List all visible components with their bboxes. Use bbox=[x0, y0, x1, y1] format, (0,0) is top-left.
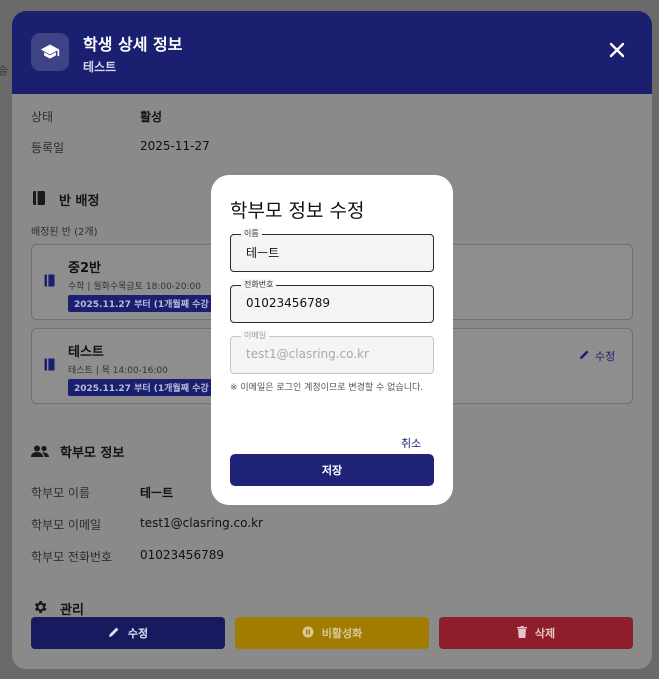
background-text-fragment: 슬 bbox=[0, 64, 9, 77]
parent-name-value: 테ㅡ트 bbox=[140, 486, 174, 500]
dialog-title: 학부모 정보 수정 bbox=[230, 200, 365, 222]
class-schedule: 테스트 | 목 14:00-16:00 bbox=[68, 366, 168, 376]
modal-title: 학생 상세 정보 bbox=[83, 35, 183, 54]
email-field-label: 이메일 bbox=[241, 330, 270, 342]
pencil-icon bbox=[579, 349, 590, 363]
status-value: 활성 bbox=[140, 110, 163, 124]
class-schedule: 수학 | 월화수목금토 18:00-20:00 bbox=[68, 282, 201, 292]
save-button[interactable]: 저장 bbox=[230, 454, 434, 486]
phone-field-label: 전화번호 bbox=[241, 279, 277, 291]
class-section-title: 반 배정 bbox=[59, 194, 100, 209]
edit-student-label: 수정 bbox=[127, 627, 149, 640]
phone-input[interactable] bbox=[246, 296, 426, 310]
pencil-icon bbox=[108, 626, 120, 641]
parent-phone-label: 학부모 전화번호 bbox=[31, 550, 113, 564]
parent-email-value: test1@clasring.co.kr bbox=[140, 516, 263, 530]
deactivate-label: 비활성화 bbox=[321, 627, 363, 640]
edit-parent-link[interactable]: 수정 bbox=[579, 348, 615, 364]
delete-label: 삭제 bbox=[534, 627, 556, 640]
parent-section-title: 학부모 정보 bbox=[60, 446, 125, 461]
delete-button[interactable]: 삭제 bbox=[439, 617, 633, 649]
edit-parent-label: 수정 bbox=[595, 350, 616, 363]
status-label: 상태 bbox=[31, 110, 54, 124]
modal-header: 학생 상세 정보 테스트 bbox=[12, 11, 652, 94]
email-field: 이메일 bbox=[230, 330, 434, 374]
manage-section-title: 관리 bbox=[60, 603, 84, 618]
deactivate-button[interactable]: 비활성화 bbox=[235, 617, 429, 649]
cancel-button[interactable]: 취소 bbox=[401, 435, 421, 451]
registered-label: 등록일 bbox=[31, 141, 65, 155]
name-field-label: 이름 bbox=[241, 228, 262, 240]
book-icon bbox=[32, 190, 46, 210]
class-name: 중2반 bbox=[68, 261, 101, 276]
registered-value: 2025-11-27 bbox=[140, 139, 210, 153]
parent-name-label: 학부모 이름 bbox=[31, 486, 91, 500]
email-input bbox=[246, 347, 426, 361]
gear-icon bbox=[32, 599, 48, 619]
email-note: ※ 이메일은 로그인 계정이므로 변경할 수 없습니다. bbox=[230, 383, 424, 393]
name-field[interactable]: 이름 bbox=[230, 228, 434, 272]
trash-icon bbox=[516, 625, 527, 641]
close-icon[interactable] bbox=[606, 39, 628, 61]
graduation-cap-icon bbox=[31, 33, 69, 71]
parent-phone-value: 01023456789 bbox=[140, 548, 224, 562]
edit-student-button[interactable]: 수정 bbox=[31, 617, 225, 649]
class-count-label: 배정된 반 (2개) bbox=[31, 227, 98, 238]
book-icon bbox=[44, 356, 55, 375]
modal-subtitle: 테스트 bbox=[83, 60, 117, 74]
block-icon bbox=[302, 626, 314, 641]
phone-field[interactable]: 전화번호 bbox=[230, 279, 434, 323]
people-icon bbox=[31, 443, 49, 462]
enrollment-badge: 2025.11.27 부터 (1개월째 수강 중) bbox=[68, 379, 231, 396]
book-icon bbox=[44, 272, 55, 291]
edit-parent-dialog: 학부모 정보 수정 이름 전화번호 이메일 ※ 이메일은 로그인 계정이므로 변… bbox=[211, 175, 453, 505]
class-name: 테스트 bbox=[68, 345, 104, 360]
enrollment-badge: 2025.11.27 부터 (1개월째 수강 중) bbox=[68, 295, 231, 312]
name-input[interactable] bbox=[246, 245, 426, 259]
parent-email-label: 학부모 이메일 bbox=[31, 518, 102, 532]
